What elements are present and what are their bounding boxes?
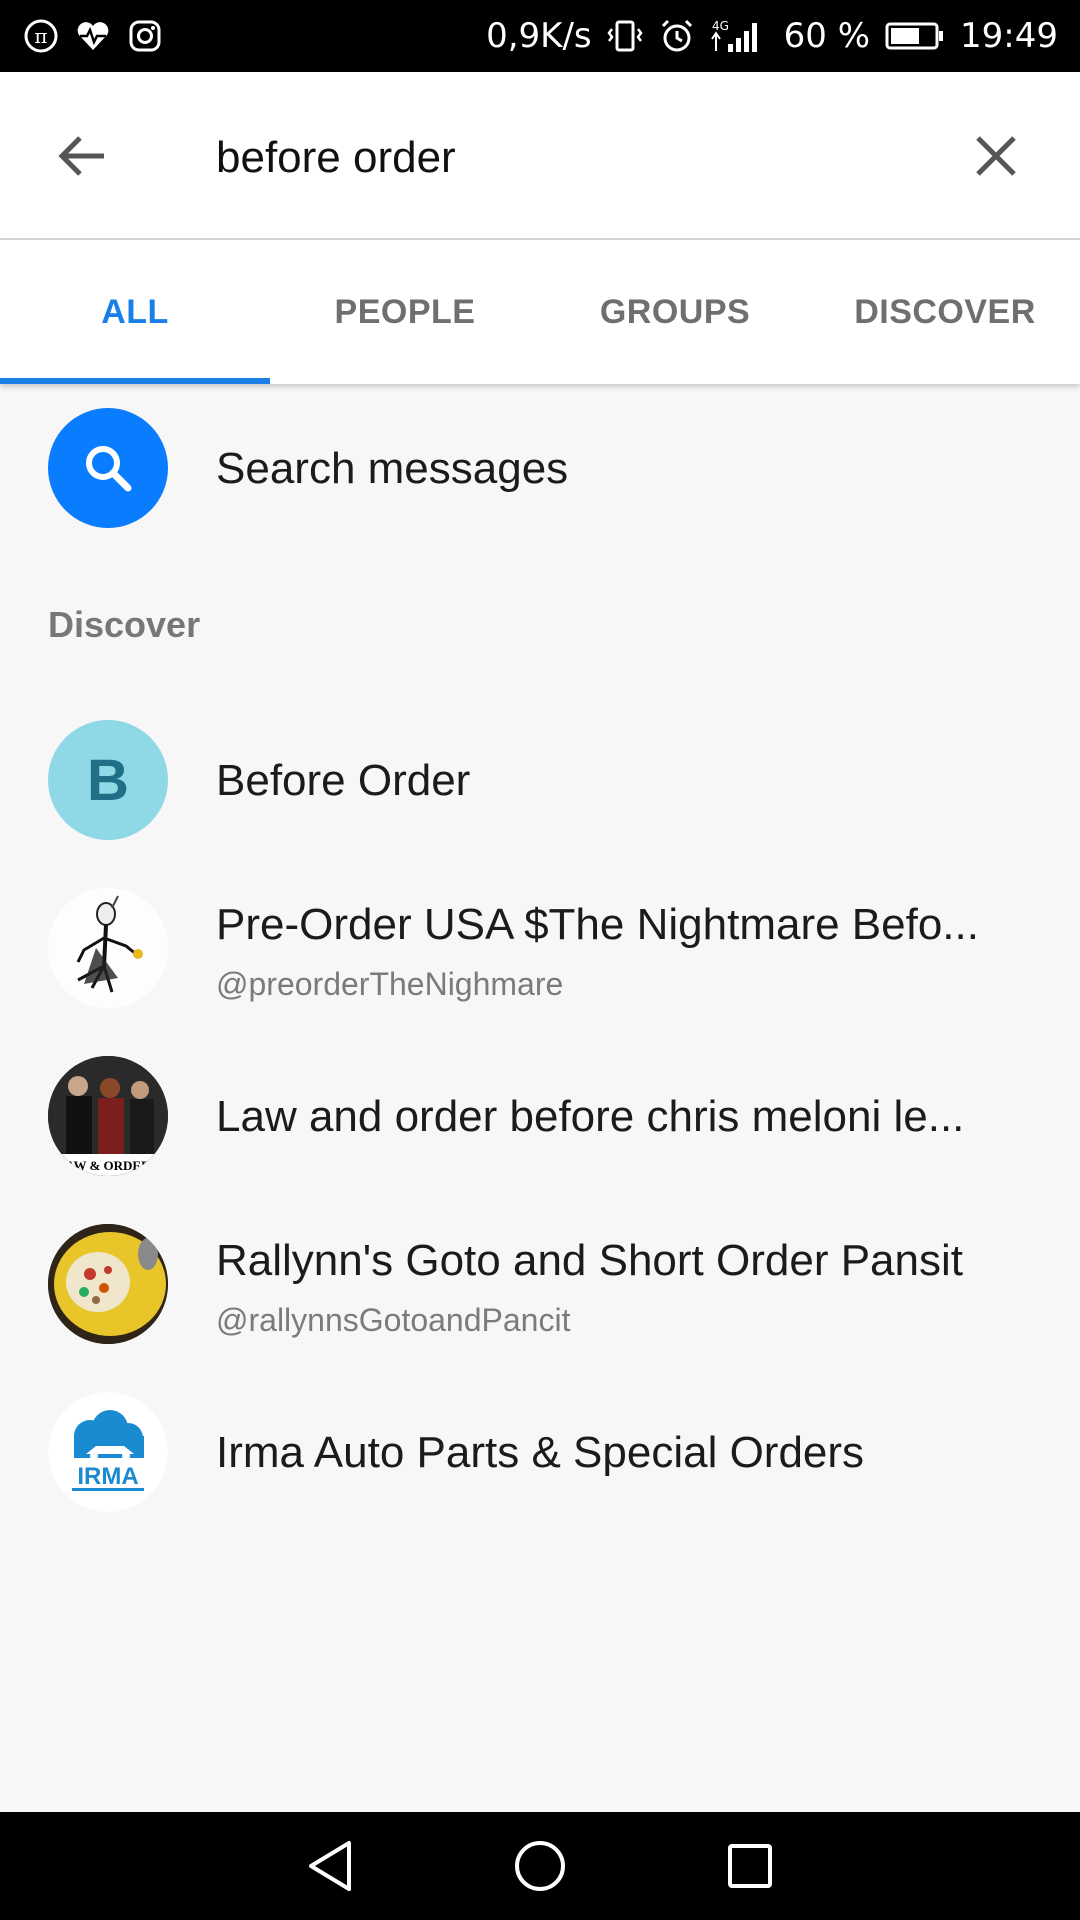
tab-bar: ALL PEOPLE GROUPS DISCOVER (0, 240, 1080, 384)
pi-icon: π (22, 17, 60, 55)
tab-groups[interactable]: GROUPS (540, 240, 810, 384)
signal-label: 4G (712, 19, 729, 33)
heart-monitor-icon (74, 17, 112, 55)
tab-all[interactable]: ALL (0, 240, 270, 384)
search-icon (86, 446, 132, 492)
search-messages-avatar (48, 408, 168, 528)
list-item[interactable]: B Before Order (0, 720, 1080, 840)
list-item-handle: @preorderTheNighmare (216, 966, 564, 1002)
back-button[interactable] (50, 124, 114, 188)
food-dish-image (48, 1224, 168, 1344)
signal-icon: 4G (710, 17, 770, 55)
law-and-order-logo-text: AW & ORDER (66, 1158, 152, 1173)
avatar (48, 888, 168, 1008)
network-speed: 0,9K/s (486, 16, 592, 56)
search-messages-label: Search messages (216, 444, 569, 493)
section-label-discover: Discover (48, 604, 201, 645)
instagram-icon (126, 17, 164, 55)
nav-back-button[interactable] (300, 1836, 360, 1896)
list-item-title: Law and order before chris meloni le... (216, 1092, 965, 1141)
tab-discover[interactable]: DISCOVER (810, 240, 1080, 384)
avatar (48, 1224, 168, 1344)
alarm-icon (658, 17, 696, 55)
nav-home-button[interactable] (510, 1836, 570, 1896)
list-item-handle: @rallynnsGotoandPancit (216, 1302, 571, 1338)
battery-percent: 60 % (783, 16, 871, 56)
clear-search-button[interactable] (964, 124, 1028, 188)
list-item[interactable]: Rallynn's Goto and Short Order Pansit @r… (0, 1224, 1080, 1344)
search-header (0, 72, 1080, 240)
irma-logo-image: IRMA (48, 1392, 168, 1512)
law-and-order-cast-image: AW & ORDER (48, 1056, 168, 1176)
close-icon (976, 136, 1016, 176)
irma-logo-text: IRMA (77, 1463, 138, 1490)
clock: 19:49 (960, 16, 1058, 56)
avatar: IRMA (48, 1392, 168, 1512)
screen: π 0,9K/s 4G 60 % 19:49 before order ALL … (0, 0, 1080, 1920)
navigation-bar (0, 1812, 1080, 1920)
nightmare-figure-image (48, 888, 168, 1008)
list-item-title: Pre-Order USA $The Nightmare Befo... (216, 900, 979, 949)
list-item-title: Rallynn's Goto and Short Order Pansit (216, 1236, 963, 1285)
status-bar: π 0,9K/s 4G 60 % 19:49 (0, 0, 1080, 72)
battery-icon (884, 17, 946, 55)
vibrate-icon (606, 17, 644, 55)
svg-text:π: π (34, 24, 47, 48)
nav-recents-button[interactable] (720, 1836, 780, 1896)
avatar: B (48, 720, 168, 840)
list-item[interactable]: Pre-Order USA $The Nightmare Befo... @pr… (0, 888, 1080, 1008)
triangle-back-icon (309, 1841, 351, 1891)
square-recents-icon (728, 1844, 772, 1888)
search-input[interactable] (216, 128, 916, 188)
list-item[interactable]: IRMA Irma Auto Parts & Special Orders (0, 1392, 1080, 1512)
status-bar-left: π (22, 17, 164, 55)
tab-people[interactable]: PEOPLE (270, 240, 540, 384)
list-item-title: Before Order (216, 756, 471, 805)
search-messages-row[interactable]: Search messages (0, 408, 1080, 528)
list-item[interactable]: AW & ORDER Law and order before chris me… (0, 1056, 1080, 1176)
status-bar-right: 0,9K/s 4G 60 % 19:49 (486, 16, 1058, 56)
avatar: AW & ORDER (48, 1056, 168, 1176)
avatar-letter: B (87, 747, 129, 813)
arrow-left-icon (58, 136, 104, 176)
circle-home-icon (515, 1841, 565, 1891)
list-item-title: Irma Auto Parts & Special Orders (216, 1428, 865, 1477)
